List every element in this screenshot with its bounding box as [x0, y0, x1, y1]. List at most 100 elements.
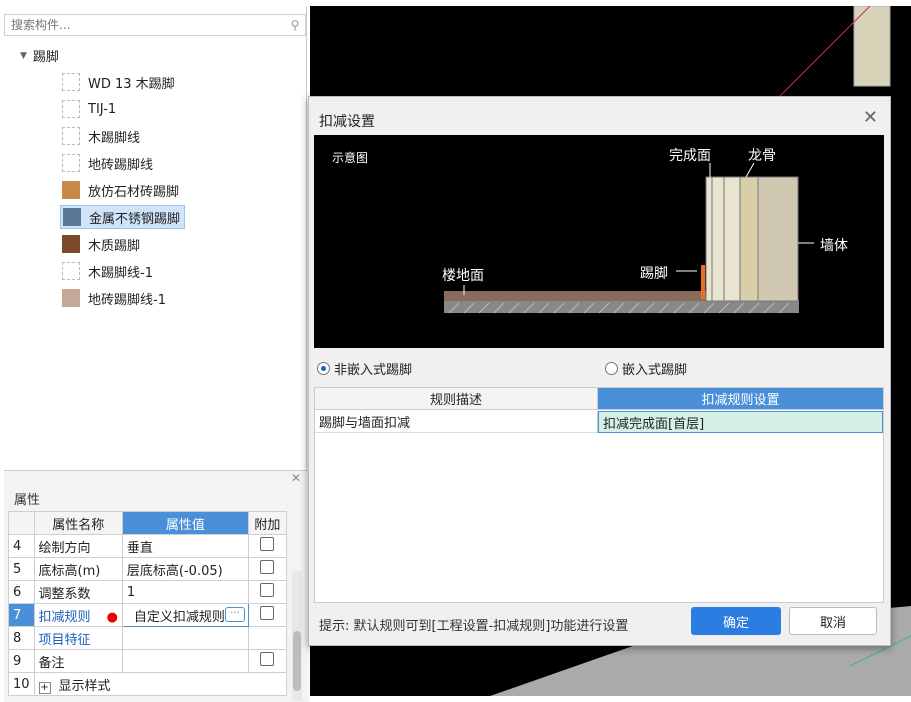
tree-item[interactable]: TIJ-1 — [60, 97, 120, 121]
table-row: 9 备注 — [8, 649, 287, 673]
prop-name: 调整系数 — [33, 580, 123, 604]
header-extra: 附加 — [247, 511, 287, 535]
scrollbar[interactable] — [292, 571, 302, 701]
prop-value-editor[interactable]: 自定义扣减规则 ··· — [121, 603, 249, 627]
tree-item[interactable]: 木踢脚线-1 — [60, 259, 157, 283]
prop-name[interactable]: + 显示样式 — [33, 672, 287, 696]
swatch-icon — [63, 208, 81, 226]
tree-item-label: 木踢脚线-1 — [88, 265, 153, 281]
swatch-icon — [62, 73, 80, 91]
row-number: 7 — [8, 603, 35, 627]
properties-table: 属性名称 属性值 附加 4 绘制方向 垂直 5 底标高(m) 层底标高(-0.0… — [8, 511, 287, 696]
radio-label: 嵌入式踢脚 — [622, 363, 688, 378]
checkbox[interactable] — [260, 652, 275, 666]
radio-non-embedded[interactable]: 非嵌入式踢脚 — [317, 359, 412, 378]
schematic-diagram: 示意图 完成面 龙骨 墙体 楼地面 踢脚 — [314, 135, 884, 348]
tree-item-label: WD 13 木踢脚 — [88, 76, 175, 92]
tree-root-label: 踢脚 — [32, 50, 59, 65]
header-value: 属性值 — [121, 511, 249, 535]
row-number: 5 — [8, 557, 35, 581]
table-row: 8 项目特征 — [8, 626, 287, 650]
tree-item[interactable]: 木质踢脚 — [60, 232, 144, 256]
expand-plus-icon[interactable]: + — [38, 681, 51, 694]
search-icon[interactable]: ⚲ — [285, 18, 305, 32]
close-icon[interactable]: ✕ — [291, 471, 301, 485]
row-number: 10 — [8, 672, 35, 696]
close-icon[interactable]: ✕ — [863, 107, 878, 128]
checkbox[interactable] — [260, 560, 275, 574]
deduction-settings-dialog: 扣减设置 ✕ 示意图 完成面 龙骨 墙体 楼地面 踢脚 非嵌入式踢脚 嵌入式踢脚… — [308, 96, 891, 646]
grid-header-desc: 规则描述 — [315, 388, 598, 410]
tree-item-label: 地砖踢脚线-1 — [88, 292, 166, 308]
radio-embedded[interactable]: 嵌入式踢脚 — [605, 359, 687, 378]
tree-item[interactable]: 放仿石材砖踢脚 — [60, 178, 183, 202]
rules-grid: 规则描述 扣减规则设置 踢脚与墙面扣减 扣减完成面[首层] — [314, 387, 884, 603]
ok-button[interactable]: 确定 — [691, 607, 781, 635]
radio-off-icon[interactable] — [605, 362, 618, 375]
prop-name: 备注 — [33, 649, 123, 673]
dialog-title: 扣减设置 — [319, 114, 375, 130]
row-number: 6 — [8, 580, 35, 604]
tree-item-label: TIJ-1 — [88, 101, 117, 117]
tree-item[interactable]: WD 13 木踢脚 — [60, 70, 179, 94]
prop-value: 自定义扣减规则 — [133, 609, 225, 625]
cancel-button[interactable]: 取消 — [789, 607, 877, 635]
diagram-drawing — [444, 162, 814, 314]
tree-item-label: 木质踢脚 — [88, 238, 141, 254]
table-row: 6 调整系数 1 — [8, 580, 287, 604]
grid-cell-setting[interactable]: 扣减完成面[首层] — [598, 411, 883, 433]
prop-value[interactable]: 层底标高(-0.05) — [121, 557, 249, 581]
tree-item-label: 地砖踢脚线 — [88, 157, 154, 173]
radio-on-icon[interactable] — [317, 362, 330, 375]
search-input[interactable] — [9, 17, 285, 33]
table-row: 4 绘制方向 垂直 — [8, 534, 287, 558]
tree-item[interactable]: 木踢脚线 — [60, 124, 144, 148]
prop-name: 底标高(m) — [33, 557, 123, 581]
prop-name: 项目特征 — [33, 626, 123, 650]
row-number: 8 — [8, 626, 35, 650]
checkbox[interactable] — [260, 606, 275, 620]
checkbox[interactable] — [260, 537, 275, 551]
prop-name: 绘制方向 — [33, 534, 123, 558]
row-number: 9 — [8, 649, 35, 673]
radio-label: 非嵌入式踢脚 — [334, 363, 413, 378]
label-wall: 墙体 — [820, 238, 848, 254]
tree-item-selected[interactable]: 金属不锈钢踢脚 — [60, 205, 186, 229]
modified-dot-icon: ● — [106, 609, 118, 625]
swatch-icon — [62, 100, 80, 118]
swatch-icon — [62, 289, 80, 307]
row-number: 4 — [8, 534, 35, 558]
label-floor: 楼地面 — [442, 268, 484, 284]
prop-value[interactable]: 1 — [121, 580, 249, 604]
table-row: 10 + 显示样式 — [8, 672, 287, 696]
label-finish-surface: 完成面 — [669, 148, 711, 164]
table-row-selected: 7 扣减规则 ● 自定义扣减规则 ··· — [8, 603, 287, 627]
label-baseboard: 踢脚 — [640, 266, 668, 282]
prop-name-text: 显示样式 — [58, 678, 111, 694]
scrollbar-thumb[interactable] — [293, 631, 301, 691]
grid-header-setting: 扣减规则设置 — [598, 388, 883, 410]
tree-root-baseboard[interactable]: ▼ 踢脚 — [20, 46, 59, 65]
search-box[interactable]: ⚲ — [4, 14, 306, 36]
ellipsis-button[interactable]: ··· — [224, 607, 245, 622]
table-row: 5 底标高(m) 层底标高(-0.05) — [8, 557, 287, 581]
tree-item-label: 木踢脚线 — [88, 130, 141, 146]
swatch-icon — [62, 127, 80, 145]
num-header — [8, 511, 35, 535]
swatch-icon — [62, 235, 80, 253]
prop-value[interactable] — [121, 649, 249, 673]
tree-item[interactable]: 地砖踢脚线 — [60, 151, 157, 175]
properties-title: 属性 — [14, 493, 41, 508]
checkbox[interactable] — [260, 583, 275, 597]
collapse-arrow-icon[interactable]: ▼ — [20, 51, 27, 61]
prop-name: 扣减规则 ● — [33, 603, 123, 627]
swatch-icon — [62, 154, 80, 172]
prop-value[interactable] — [121, 626, 249, 650]
grid-cell-desc: 踢脚与墙面扣减 — [315, 411, 598, 433]
component-panel: ⚲ ▼ 踢脚 WD 13 木踢脚 TIJ-1 木踢脚线 地砖踢脚线 放仿石材砖踢… — [2, 6, 309, 702]
label-keel: 龙骨 — [748, 148, 776, 164]
hint-text: 提示: 默认规则可到[工程设置-扣减规则]功能进行设置 — [319, 619, 629, 634]
prop-name-text: 扣减规则 — [38, 609, 91, 625]
prop-value[interactable]: 垂直 — [121, 534, 249, 558]
tree-item[interactable]: 地砖踢脚线-1 — [60, 286, 170, 310]
